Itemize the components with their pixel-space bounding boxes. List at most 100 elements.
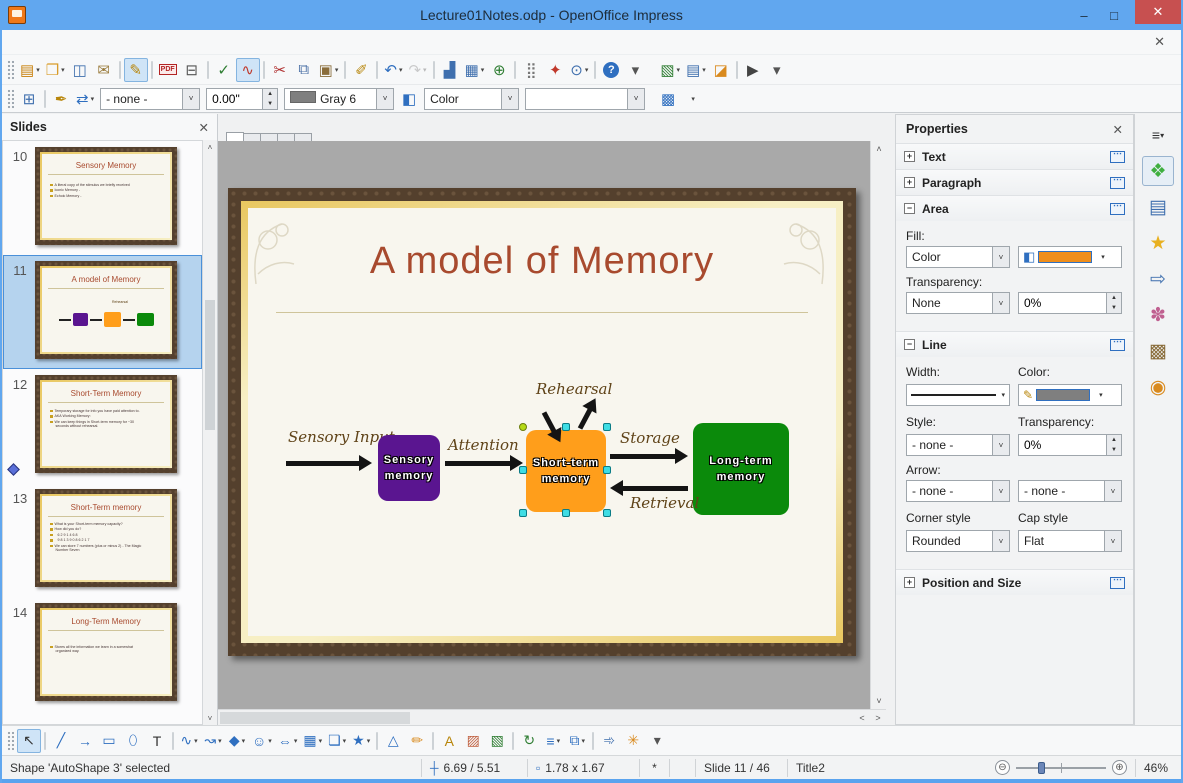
slide-design-button[interactable]: ◪ — [709, 58, 733, 82]
drawbar-options-button[interactable]: ▾ — [645, 729, 669, 753]
slide-thumbnail-12[interactable]: 12 Short-Term Memory Temporary storage f… — [3, 369, 202, 483]
dialog-launcher-icon[interactable] — [1110, 174, 1125, 189]
toolbar-grip[interactable] — [7, 730, 14, 751]
attention-label[interactable]: Attention — [448, 436, 519, 454]
glue-points-button[interactable]: ✏ — [405, 729, 429, 753]
toolbar-options-button[interactable]: ▾ — [623, 58, 647, 82]
text-section-header[interactable]: + Text — [896, 143, 1133, 169]
block-arrows-tool[interactable]: ⇔ ▾ — [275, 729, 301, 753]
fill-color-select[interactable]: ˅ — [525, 87, 646, 110]
cap-style-select[interactable]: Flat ˅ — [1018, 530, 1122, 552]
selection-handle[interactable] — [603, 423, 611, 431]
transparency-type-select[interactable]: None ˅ — [906, 292, 1010, 314]
sidebar-tab-master-pages[interactable]: ▤ — [1142, 192, 1174, 222]
close-button[interactable]: ✕ — [1135, 0, 1181, 24]
toolbar-grip[interactable] — [7, 88, 14, 109]
slide-show-button[interactable]: ▶ — [741, 58, 765, 82]
collapse-icon[interactable]: − — [904, 339, 915, 350]
arrange-button[interactable]: ⧉ ▾ — [565, 729, 589, 753]
edit-file-toggle[interactable]: ✎ — [123, 57, 148, 82]
sidebar-tab-navigator[interactable]: ◉ — [1142, 372, 1174, 402]
expand-icon[interactable]: + — [904, 151, 915, 162]
presentation-toolbar-options-button[interactable]: ▾ — [765, 58, 789, 82]
connector-tool[interactable]: ↝ ▾ — [201, 729, 225, 753]
sidebar-tab-custom-animation[interactable]: ★ — [1142, 228, 1174, 258]
sidebar-tab-gallery[interactable]: ▩ — [1142, 336, 1174, 366]
sidebar-tab-animation[interactable]: ✽ — [1142, 300, 1174, 330]
sensory-input-arrow[interactable] — [286, 455, 372, 471]
zoom-slider[interactable] — [1016, 761, 1106, 774]
selection-handle[interactable] — [562, 509, 570, 517]
line-width-dropdown[interactable]: ▾ — [906, 384, 1010, 406]
help-button[interactable]: ? — [599, 58, 623, 82]
long-term-memory-box[interactable]: Long-term memory — [693, 423, 789, 515]
rectangle-tool[interactable]: ▭ — [97, 729, 121, 753]
sidebar-tab-properties[interactable]: ❖ — [1142, 156, 1174, 186]
line-section-header[interactable]: − Line — [896, 331, 1133, 357]
zoom-slider-thumb[interactable] — [1038, 761, 1045, 774]
line-dialog-button[interactable]: ✒ — [49, 87, 73, 111]
dialog-launcher-icon[interactable] — [1110, 200, 1125, 215]
print-button[interactable]: ⊟ — [180, 58, 204, 82]
stars-tool[interactable]: ★ ▾ — [349, 729, 373, 753]
line-tool[interactable]: ╱ — [49, 729, 73, 753]
transparency-stepper[interactable]: 0% ▲ ▼ — [1018, 292, 1122, 314]
alignment-button[interactable]: ≡ ▾ — [541, 729, 565, 753]
dialog-launcher-icon[interactable] — [1110, 148, 1125, 163]
undo-button[interactable]: ↶ ▾ — [381, 58, 405, 82]
interaction-button[interactable]: ➾ — [597, 729, 621, 753]
storage-arrow[interactable] — [610, 448, 688, 464]
line-style-select[interactable]: - none - ˅ — [100, 87, 201, 110]
slide-thumbnail-14[interactable]: 14 Long-Term Memory Stores all the infor… — [3, 597, 202, 711]
email-document-button[interactable]: ✉ — [92, 58, 116, 82]
save-button[interactable]: ◫ — [68, 58, 92, 82]
ellipse-tool[interactable]: ⬯ — [121, 729, 145, 753]
grid-toggle[interactable]: ⣿ — [519, 58, 543, 82]
tab-notes[interactable] — [260, 133, 278, 141]
layout-name[interactable]: Title2 — [788, 759, 987, 777]
slides-panel-close-icon[interactable]: ✕ — [199, 120, 209, 135]
paragraph-section-header[interactable]: + Paragraph — [896, 169, 1133, 195]
storage-label[interactable]: Storage — [620, 429, 680, 447]
spelling-button[interactable]: ✓ — [212, 58, 236, 82]
table-button[interactable]: ▦ ▾ — [462, 58, 488, 82]
slide-thumbnail-11[interactable]: 11 A model of Memory Rehearsal — [3, 255, 202, 369]
select-tool[interactable]: ↖ — [17, 728, 41, 753]
tab-outline[interactable] — [243, 133, 261, 141]
selection-handle[interactable] — [603, 509, 611, 517]
shapes-button[interactable]: ▨ — [461, 729, 485, 753]
minimize-button[interactable]: – — [1069, 4, 1099, 26]
retrieval-arrow[interactable] — [610, 480, 688, 496]
arrow-start-select[interactable]: - none - ˅ — [906, 480, 1010, 502]
panel-splitter[interactable] — [886, 114, 895, 725]
curve-tool[interactable]: ∿ ▾ — [177, 729, 201, 753]
properties-close-icon[interactable]: ✕ — [1113, 122, 1123, 137]
rotate-button[interactable]: ↻ — [517, 729, 541, 753]
maximize-button[interactable]: □ — [1099, 4, 1129, 26]
arrow-tool[interactable]: → — [73, 729, 97, 753]
fontwork-button[interactable]: A — [437, 729, 461, 753]
chart-button[interactable]: ▟ — [438, 58, 462, 82]
open-folder-button[interactable]: ❒ ▾ — [43, 58, 68, 82]
flowchart-tool[interactable]: ▦ ▾ — [300, 729, 325, 753]
tab-handout[interactable] — [277, 133, 295, 141]
selection-handle[interactable] — [519, 509, 527, 517]
slide-canvas[interactable]: A model of Memory Sensory Input Sensory … — [218, 141, 870, 709]
dialog-launcher-icon[interactable] — [1110, 336, 1125, 351]
line-width-stepper[interactable]: 0.00" ▲ ▼ — [206, 87, 279, 110]
expand-icon[interactable]: + — [904, 577, 915, 588]
sensory-memory-box[interactable]: Sensory memory — [378, 435, 440, 501]
rehearsal-out-arrow[interactable] — [577, 407, 593, 430]
slides-panel-scrollbar[interactable]: ˄ ˅ — [203, 140, 217, 725]
toolbar-grip[interactable] — [7, 59, 14, 80]
navigator-button[interactable]: ✦ — [543, 58, 567, 82]
close-document-icon[interactable]: ✕ — [1148, 32, 1171, 52]
line-style-select[interactable]: - none - ˅ — [906, 434, 1010, 456]
dialog-launcher-icon[interactable] — [1110, 574, 1125, 589]
tab-slide-sorter[interactable] — [294, 133, 312, 141]
area-section-header[interactable]: − Area — [896, 195, 1133, 221]
fill-type-select[interactable]: Color ˅ — [424, 87, 520, 110]
redo-button[interactable]: ↷ ▾ — [405, 58, 429, 82]
sidebar-menu-button[interactable]: ≡ ▾ — [1142, 120, 1174, 150]
text-tool[interactable]: T — [145, 729, 169, 753]
